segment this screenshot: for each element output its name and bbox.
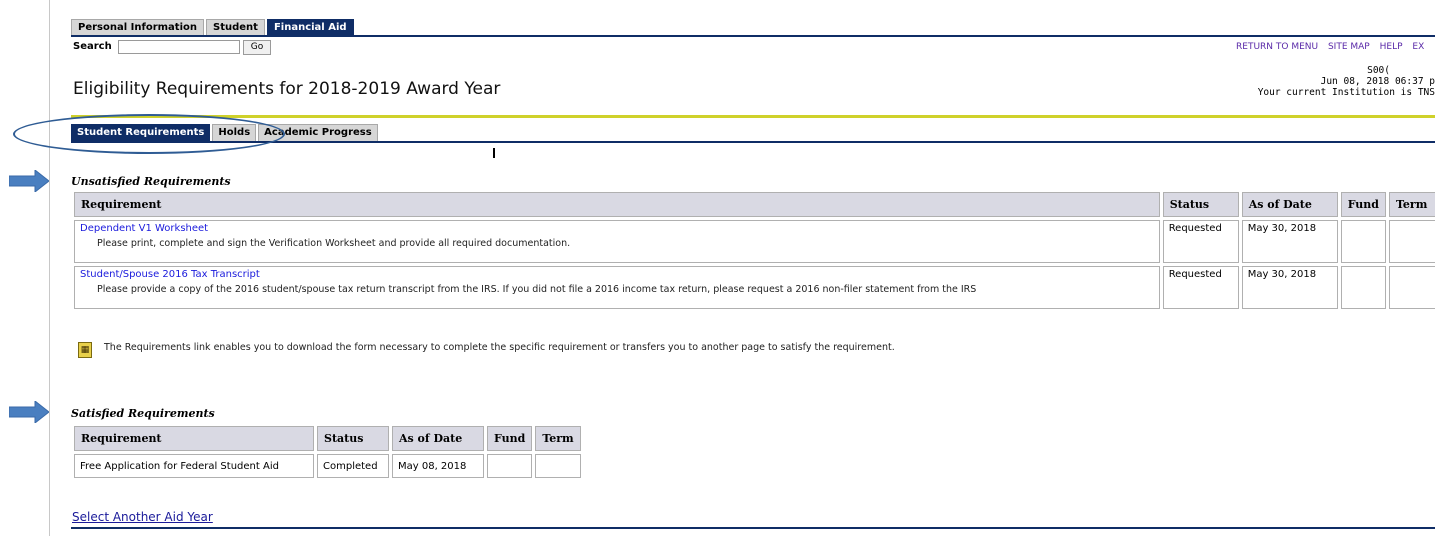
status-cell: Completed xyxy=(317,454,389,478)
unsatisfied-table: Requirement Status As of Date Fund Term … xyxy=(71,189,1435,312)
date-cell: May 30, 2018 xyxy=(1241,220,1338,263)
requirement-description: Please print, complete and sign the Veri… xyxy=(97,238,571,249)
requirement-link[interactable]: Dependent V1 Worksheet xyxy=(80,223,1154,234)
fund-cell xyxy=(1340,220,1386,263)
go-button[interactable]: Go xyxy=(243,40,271,55)
table-header-row: Requirement Status As of Date Fund Term xyxy=(74,192,1435,217)
page-title: Eligibility Requirements for 2018-2019 A… xyxy=(73,79,501,99)
requirement-cell: Dependent V1 Worksheet Please print, com… xyxy=(74,220,1160,263)
exit-link[interactable]: EX xyxy=(1412,42,1424,52)
col-requirement: Requirement xyxy=(74,426,314,451)
col-status: Status xyxy=(317,426,389,451)
col-term: Term xyxy=(1389,192,1435,217)
unsatisfied-title: Unsatisfied Requirements xyxy=(71,175,231,188)
title-divider xyxy=(71,115,1435,118)
institution-text: Your current Institution is TNS xyxy=(1257,87,1435,98)
document-icon: ▦ xyxy=(78,342,92,358)
top-links: RETURN TO MENU SITE MAP HELP EX xyxy=(1236,42,1431,52)
term-cell xyxy=(535,454,581,478)
status-cell: Requested xyxy=(1162,220,1239,263)
annotation-ellipse xyxy=(13,114,285,154)
tab-personal-information[interactable]: Personal Information xyxy=(71,19,204,36)
col-requirement: Requirement xyxy=(74,192,1160,217)
satisfied-title: Satisfied Requirements xyxy=(71,407,215,420)
bottom-divider xyxy=(71,527,1435,529)
tab-financial-aid[interactable]: Financial Aid xyxy=(266,19,354,36)
requirements-note: The Requirements link enables you to dow… xyxy=(104,342,895,353)
col-fund: Fund xyxy=(1340,192,1386,217)
requirement-cell: Free Application for Federal Student Aid xyxy=(74,454,314,478)
table-row: Student/Spouse 2016 Tax Transcript Pleas… xyxy=(74,266,1435,309)
top-tab-bar: Personal Information Student Financial A… xyxy=(71,19,356,36)
col-term: Term xyxy=(535,426,581,451)
requirement-link[interactable]: Student/Spouse 2016 Tax Transcript xyxy=(80,269,1154,280)
site-map-link[interactable]: SITE MAP xyxy=(1328,42,1370,52)
table-row: Free Application for Federal Student Aid… xyxy=(74,454,581,478)
select-another-aid-year-link[interactable]: Select Another Aid Year xyxy=(72,510,213,524)
annotation-arrow-icon xyxy=(9,401,49,423)
help-link[interactable]: HELP xyxy=(1380,42,1403,52)
date-cell: May 30, 2018 xyxy=(1241,266,1338,309)
tab-student[interactable]: Student xyxy=(206,19,265,36)
requirement-cell: Student/Spouse 2016 Tax Transcript Pleas… xyxy=(74,266,1160,309)
datetime: Jun 08, 2018 06:37 p xyxy=(1320,76,1435,87)
col-status: Status xyxy=(1162,192,1239,217)
col-fund: Fund xyxy=(487,426,533,451)
fund-cell xyxy=(1340,266,1386,309)
table-row: Dependent V1 Worksheet Please print, com… xyxy=(74,220,1435,263)
text-cursor xyxy=(493,148,495,158)
col-as-of-date: As of Date xyxy=(1241,192,1338,217)
top-tab-underline xyxy=(71,35,1435,37)
satisfied-table: Requirement Status As of Date Fund Term … xyxy=(71,423,584,481)
table-header-row: Requirement Status As of Date Fund Term xyxy=(74,426,581,451)
annotation-arrow-icon xyxy=(9,170,49,192)
status-cell: Requested xyxy=(1162,266,1239,309)
search-label: Search xyxy=(73,41,112,52)
term-cell xyxy=(1389,220,1435,263)
term-cell xyxy=(1389,266,1435,309)
fund-cell xyxy=(487,454,533,478)
return-to-menu-link[interactable]: RETURN TO MENU xyxy=(1236,42,1318,52)
requirement-description: Please provide a copy of the 2016 studen… xyxy=(97,284,977,295)
col-as-of-date: As of Date xyxy=(392,426,484,451)
page-left-border xyxy=(49,0,50,536)
date-cell: May 08, 2018 xyxy=(392,454,484,478)
search-input[interactable] xyxy=(118,40,240,54)
user-id: S00( xyxy=(1367,65,1390,76)
